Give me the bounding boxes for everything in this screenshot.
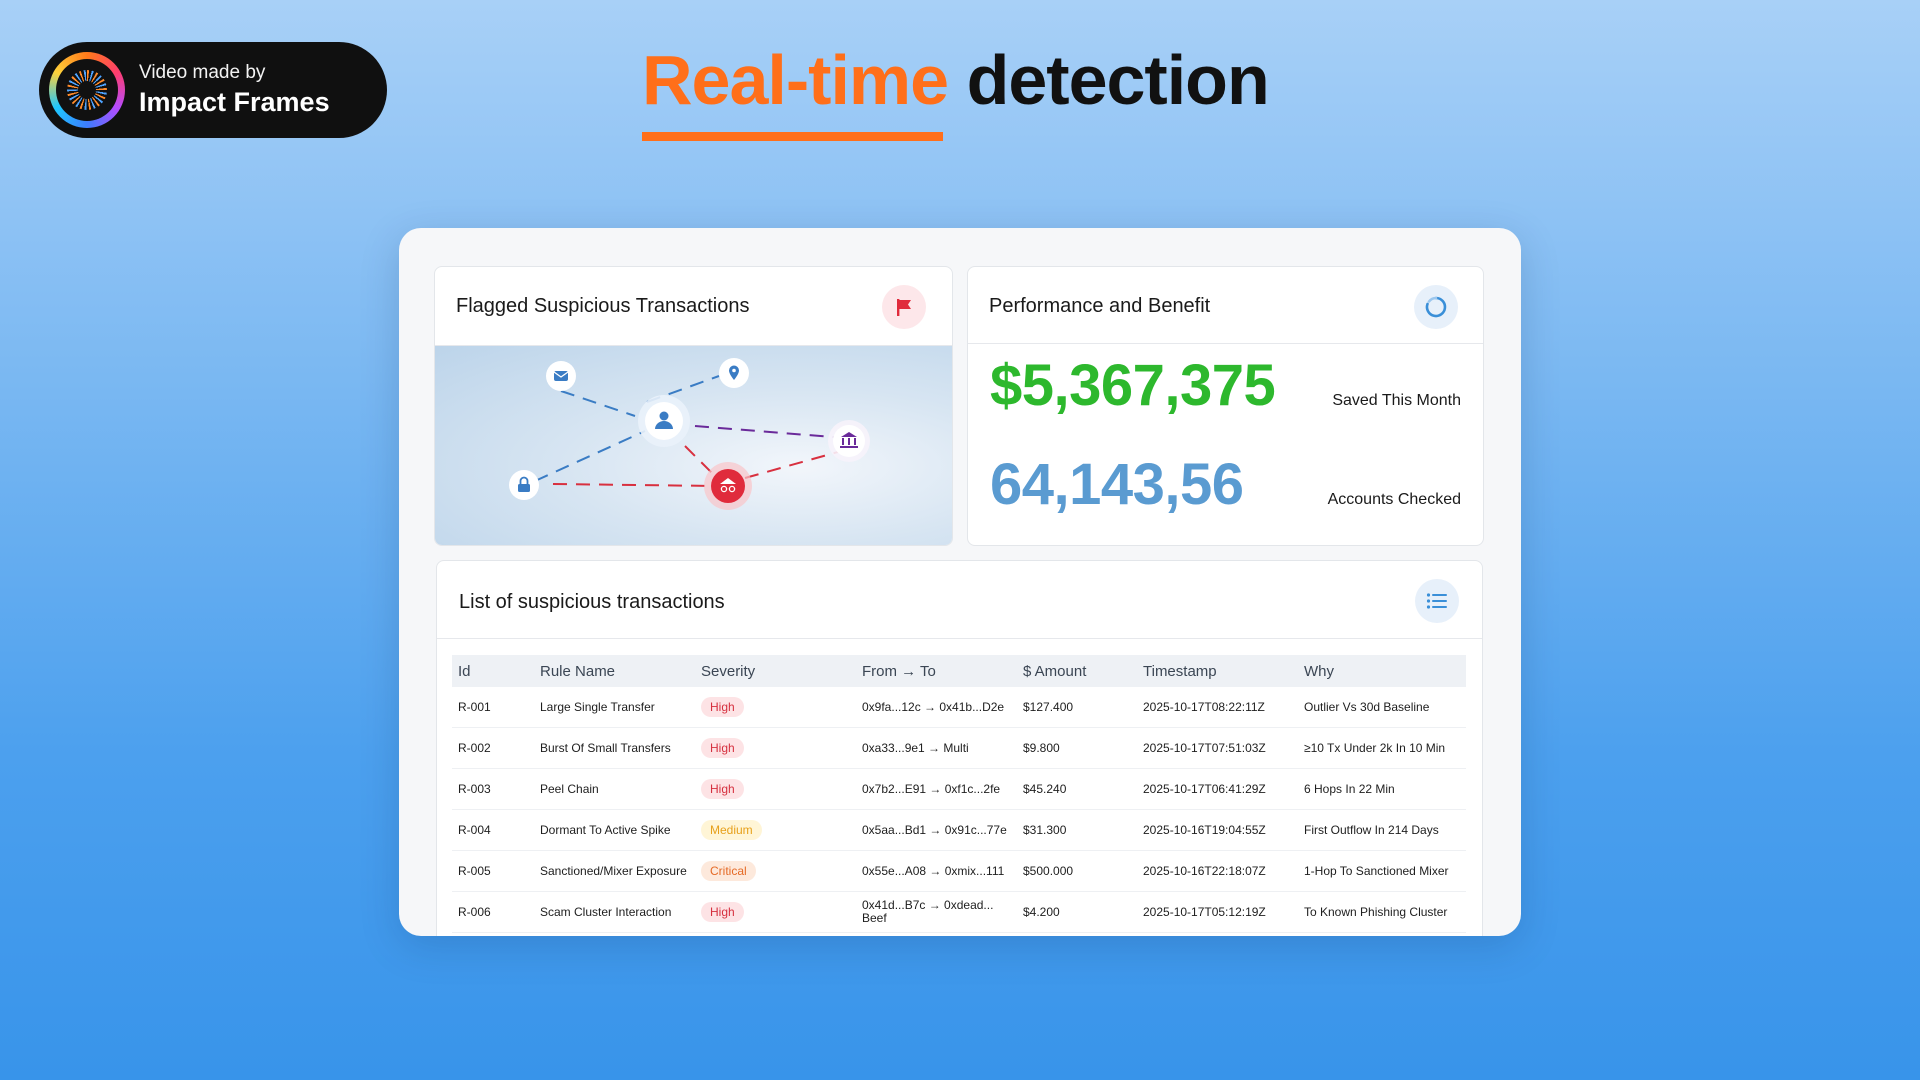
cell-rule: Large Single Transfer: [534, 687, 695, 728]
cell-amount: $31.300: [1017, 809, 1137, 851]
impact-frames-logo-icon: [49, 52, 125, 128]
bank-icon: [828, 420, 870, 462]
cell-timestamp: 2025-10-16T19:04:55Z: [1137, 809, 1298, 851]
transaction-network-graph: [435, 346, 952, 545]
heading-underline: [642, 132, 943, 141]
column-header-amount[interactable]: $ Amount: [1017, 655, 1137, 687]
cell-rule: Sanctioned/Mixer Exposure: [534, 850, 695, 892]
cell-severity: Medium: [695, 809, 856, 851]
cell-rule: Burst Of Small Transfers: [534, 727, 695, 769]
mail-icon: [546, 361, 576, 391]
column-header-id[interactable]: Id: [452, 655, 534, 687]
table-row[interactable]: R-001 Large Single Transfer High 0x9fa..…: [452, 687, 1466, 728]
cell-amount: $4.200: [1017, 891, 1137, 933]
list-icon[interactable]: [1415, 579, 1459, 623]
performance-card: Performance and Benefit $5,367,375 Saved…: [967, 266, 1484, 546]
cell-timestamp: 2025-10-17T07:51:03Z: [1137, 727, 1298, 769]
cell-rule: Scam Cluster Interaction: [534, 891, 695, 933]
heading-rest: detection: [966, 41, 1270, 119]
table-row[interactable]: R-006 Scam Cluster Interaction High 0x41…: [452, 891, 1466, 933]
cell-amount: $500.000: [1017, 850, 1137, 892]
badge-caption: Video made by: [139, 61, 266, 83]
cell-why: Outlier Vs 30d Baseline: [1298, 687, 1466, 728]
cell-id: R-006: [452, 891, 534, 933]
severity-badge: High: [701, 778, 744, 800]
cell-timestamp: 2025-10-17T08:22:11Z: [1137, 687, 1298, 728]
table-row[interactable]: R-003 Peel Chain High 0x7b2...E91 → 0xf1…: [452, 768, 1466, 810]
location-pin-icon: [719, 358, 749, 388]
cell-id: R-003: [452, 768, 534, 810]
column-header-severity[interactable]: Severity: [695, 655, 856, 687]
cell-from-to: 0x55e...A08 → 0xmix...111: [856, 850, 1017, 892]
cell-id: R-001: [452, 687, 534, 728]
flagged-card-title: Flagged Suspicious Transactions: [456, 295, 750, 317]
cell-why: To Known Phishing Cluster: [1298, 891, 1466, 933]
cell-amount: $45.240: [1017, 768, 1137, 810]
heading-accent: Real-time: [642, 41, 949, 119]
cell-amount: $9.800: [1017, 727, 1137, 769]
severity-badge: High: [701, 737, 744, 759]
cell-why: First Outflow In 214 Days: [1298, 809, 1466, 851]
cell-severity: High: [695, 687, 856, 728]
column-header-timestamp[interactable]: Timestamp: [1137, 655, 1298, 687]
cell-why: 1-Hop To Sanctioned Mixer: [1298, 850, 1466, 892]
cell-from-to: 0x9fa...12c → 0x41b...D2e: [856, 687, 1017, 728]
cell-from-to: 0x41d...B7c → 0xdead... Beef: [856, 891, 1017, 933]
cell-rule: Dormant To Active Spike: [534, 809, 695, 851]
table-row[interactable]: R-004 Dormant To Active Spike Medium 0x5…: [452, 809, 1466, 851]
cell-timestamp: 2025-10-17T06:41:29Z: [1137, 768, 1298, 810]
cell-why: ≥10 Tx Under 2k In 10 Min: [1298, 727, 1466, 769]
list-card-title: List of suspicious transactions: [459, 591, 725, 613]
cell-timestamp: 2025-10-16T22:18:07Z: [1137, 850, 1298, 892]
severity-badge: High: [701, 901, 744, 923]
column-header-from-to[interactable]: From → To: [856, 655, 1017, 687]
table-row[interactable]: R-002 Burst Of Small Transfers High 0xa3…: [452, 727, 1466, 769]
severity-badge: Medium: [701, 819, 762, 841]
severity-badge: High: [701, 696, 744, 718]
cell-rule: Peel Chain: [534, 768, 695, 810]
lock-icon: [509, 470, 539, 500]
dashboard-panel: Flagged Suspicious Transactions Performa…: [399, 228, 1521, 936]
severity-badge: Critical: [701, 860, 756, 882]
accounts-checked-value: 64,143,56: [990, 452, 1244, 517]
cell-id: R-002: [452, 727, 534, 769]
cell-severity: High: [695, 891, 856, 933]
page-heading: Real-time detection: [642, 40, 1270, 120]
column-header-why[interactable]: Why: [1298, 655, 1466, 687]
performance-card-title: Performance and Benefit: [989, 295, 1211, 317]
cell-from-to: 0x7b2...E91 → 0xf1c...2fe: [856, 768, 1017, 810]
saved-value: $5,367,375: [990, 353, 1276, 418]
cell-amount: $127.400: [1017, 687, 1137, 728]
saved-label: Saved This Month: [1332, 392, 1461, 409]
cell-from-to: 0xa33...9e1 → Multi: [856, 727, 1017, 769]
accounts-checked-label: Accounts Checked: [1327, 491, 1461, 508]
cell-severity: High: [695, 727, 856, 769]
suspicious-transactions-list-card: List of suspicious transactions Id Rule …: [436, 560, 1483, 936]
cell-severity: Critical: [695, 850, 856, 892]
hacker-icon: [704, 462, 752, 510]
cell-timestamp: 2025-10-17T05:12:19Z: [1137, 891, 1298, 933]
user-icon: [638, 395, 690, 447]
transactions-table: Id Rule Name Severity From → To $ Amount…: [452, 655, 1466, 933]
refresh-icon[interactable]: [1414, 285, 1458, 329]
cell-from-to: 0x5aa...Bd1 → 0x91c...77e: [856, 809, 1017, 851]
cell-why: 6 Hops In 22 Min: [1298, 768, 1466, 810]
table-header-row: Id Rule Name Severity From → To $ Amount…: [452, 655, 1466, 687]
cell-severity: High: [695, 768, 856, 810]
cell-id: R-005: [452, 850, 534, 892]
flagged-transactions-card: Flagged Suspicious Transactions: [434, 266, 953, 546]
flag-icon[interactable]: [882, 285, 926, 329]
column-header-rule-name[interactable]: Rule Name: [534, 655, 695, 687]
cell-id: R-004: [452, 809, 534, 851]
badge-brand: Impact Frames: [139, 86, 330, 117]
creator-badge: Video made by Impact Frames: [39, 42, 387, 138]
table-row[interactable]: R-005 Sanctioned/Mixer Exposure Critical…: [452, 850, 1466, 892]
